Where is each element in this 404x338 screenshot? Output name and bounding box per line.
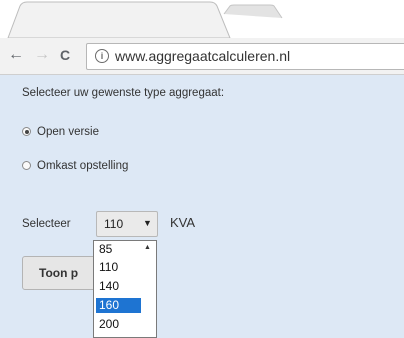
- back-button[interactable]: ←: [8, 47, 24, 63]
- scroll-up-icon[interactable]: ▲: [144, 244, 151, 251]
- radio-open-versie[interactable]: Open versie: [22, 126, 99, 138]
- url-text[interactable]: www.aggregaatcalculeren.nl: [115, 48, 290, 64]
- reload-button[interactable]: C: [60, 47, 70, 63]
- dropdown-option[interactable]: 110: [96, 260, 141, 275]
- browser-tab-strip: [0, 0, 404, 38]
- radio-label: Open versie: [37, 126, 100, 138]
- forward-button[interactable]: →: [34, 47, 50, 63]
- kva-dropdown-list[interactable]: ▲ 85 110 140 160 200: [93, 240, 157, 338]
- show-button-label: Toon p: [39, 266, 79, 280]
- active-tab[interactable]: [7, 1, 231, 38]
- select-label: Selecteer: [22, 218, 71, 230]
- radio-label: Omkast opstelling: [37, 160, 129, 172]
- radio-button[interactable]: [22, 161, 31, 170]
- address-bar[interactable]: i www.aggregaatcalculeren.nl: [86, 43, 404, 70]
- radio-button-checked[interactable]: [22, 127, 31, 136]
- new-tab-button[interactable]: [223, 4, 283, 19]
- unit-label: KVA: [170, 215, 196, 230]
- select-value: 110: [104, 217, 124, 231]
- page-prompt: Selecteer uw gewenste type aggregaat:: [22, 87, 225, 99]
- dropdown-option[interactable]: 85: [96, 242, 141, 257]
- tab-shapes: [7, 1, 283, 38]
- dropdown-option-highlighted[interactable]: 160: [96, 298, 141, 313]
- browser-toolbar: ← → C i www.aggregaatcalculeren.nl: [0, 38, 404, 75]
- dropdown-option[interactable]: 140: [96, 279, 141, 294]
- chevron-down-icon: ▼: [143, 218, 152, 228]
- page-content: Selecteer uw gewenste type aggregaat: Op…: [0, 75, 404, 338]
- dropdown-option[interactable]: 200: [96, 317, 141, 332]
- radio-omkast-opstelling[interactable]: Omkast opstelling: [22, 160, 128, 172]
- kva-select[interactable]: 110 ▼: [96, 211, 158, 237]
- info-icon[interactable]: i: [95, 49, 109, 63]
